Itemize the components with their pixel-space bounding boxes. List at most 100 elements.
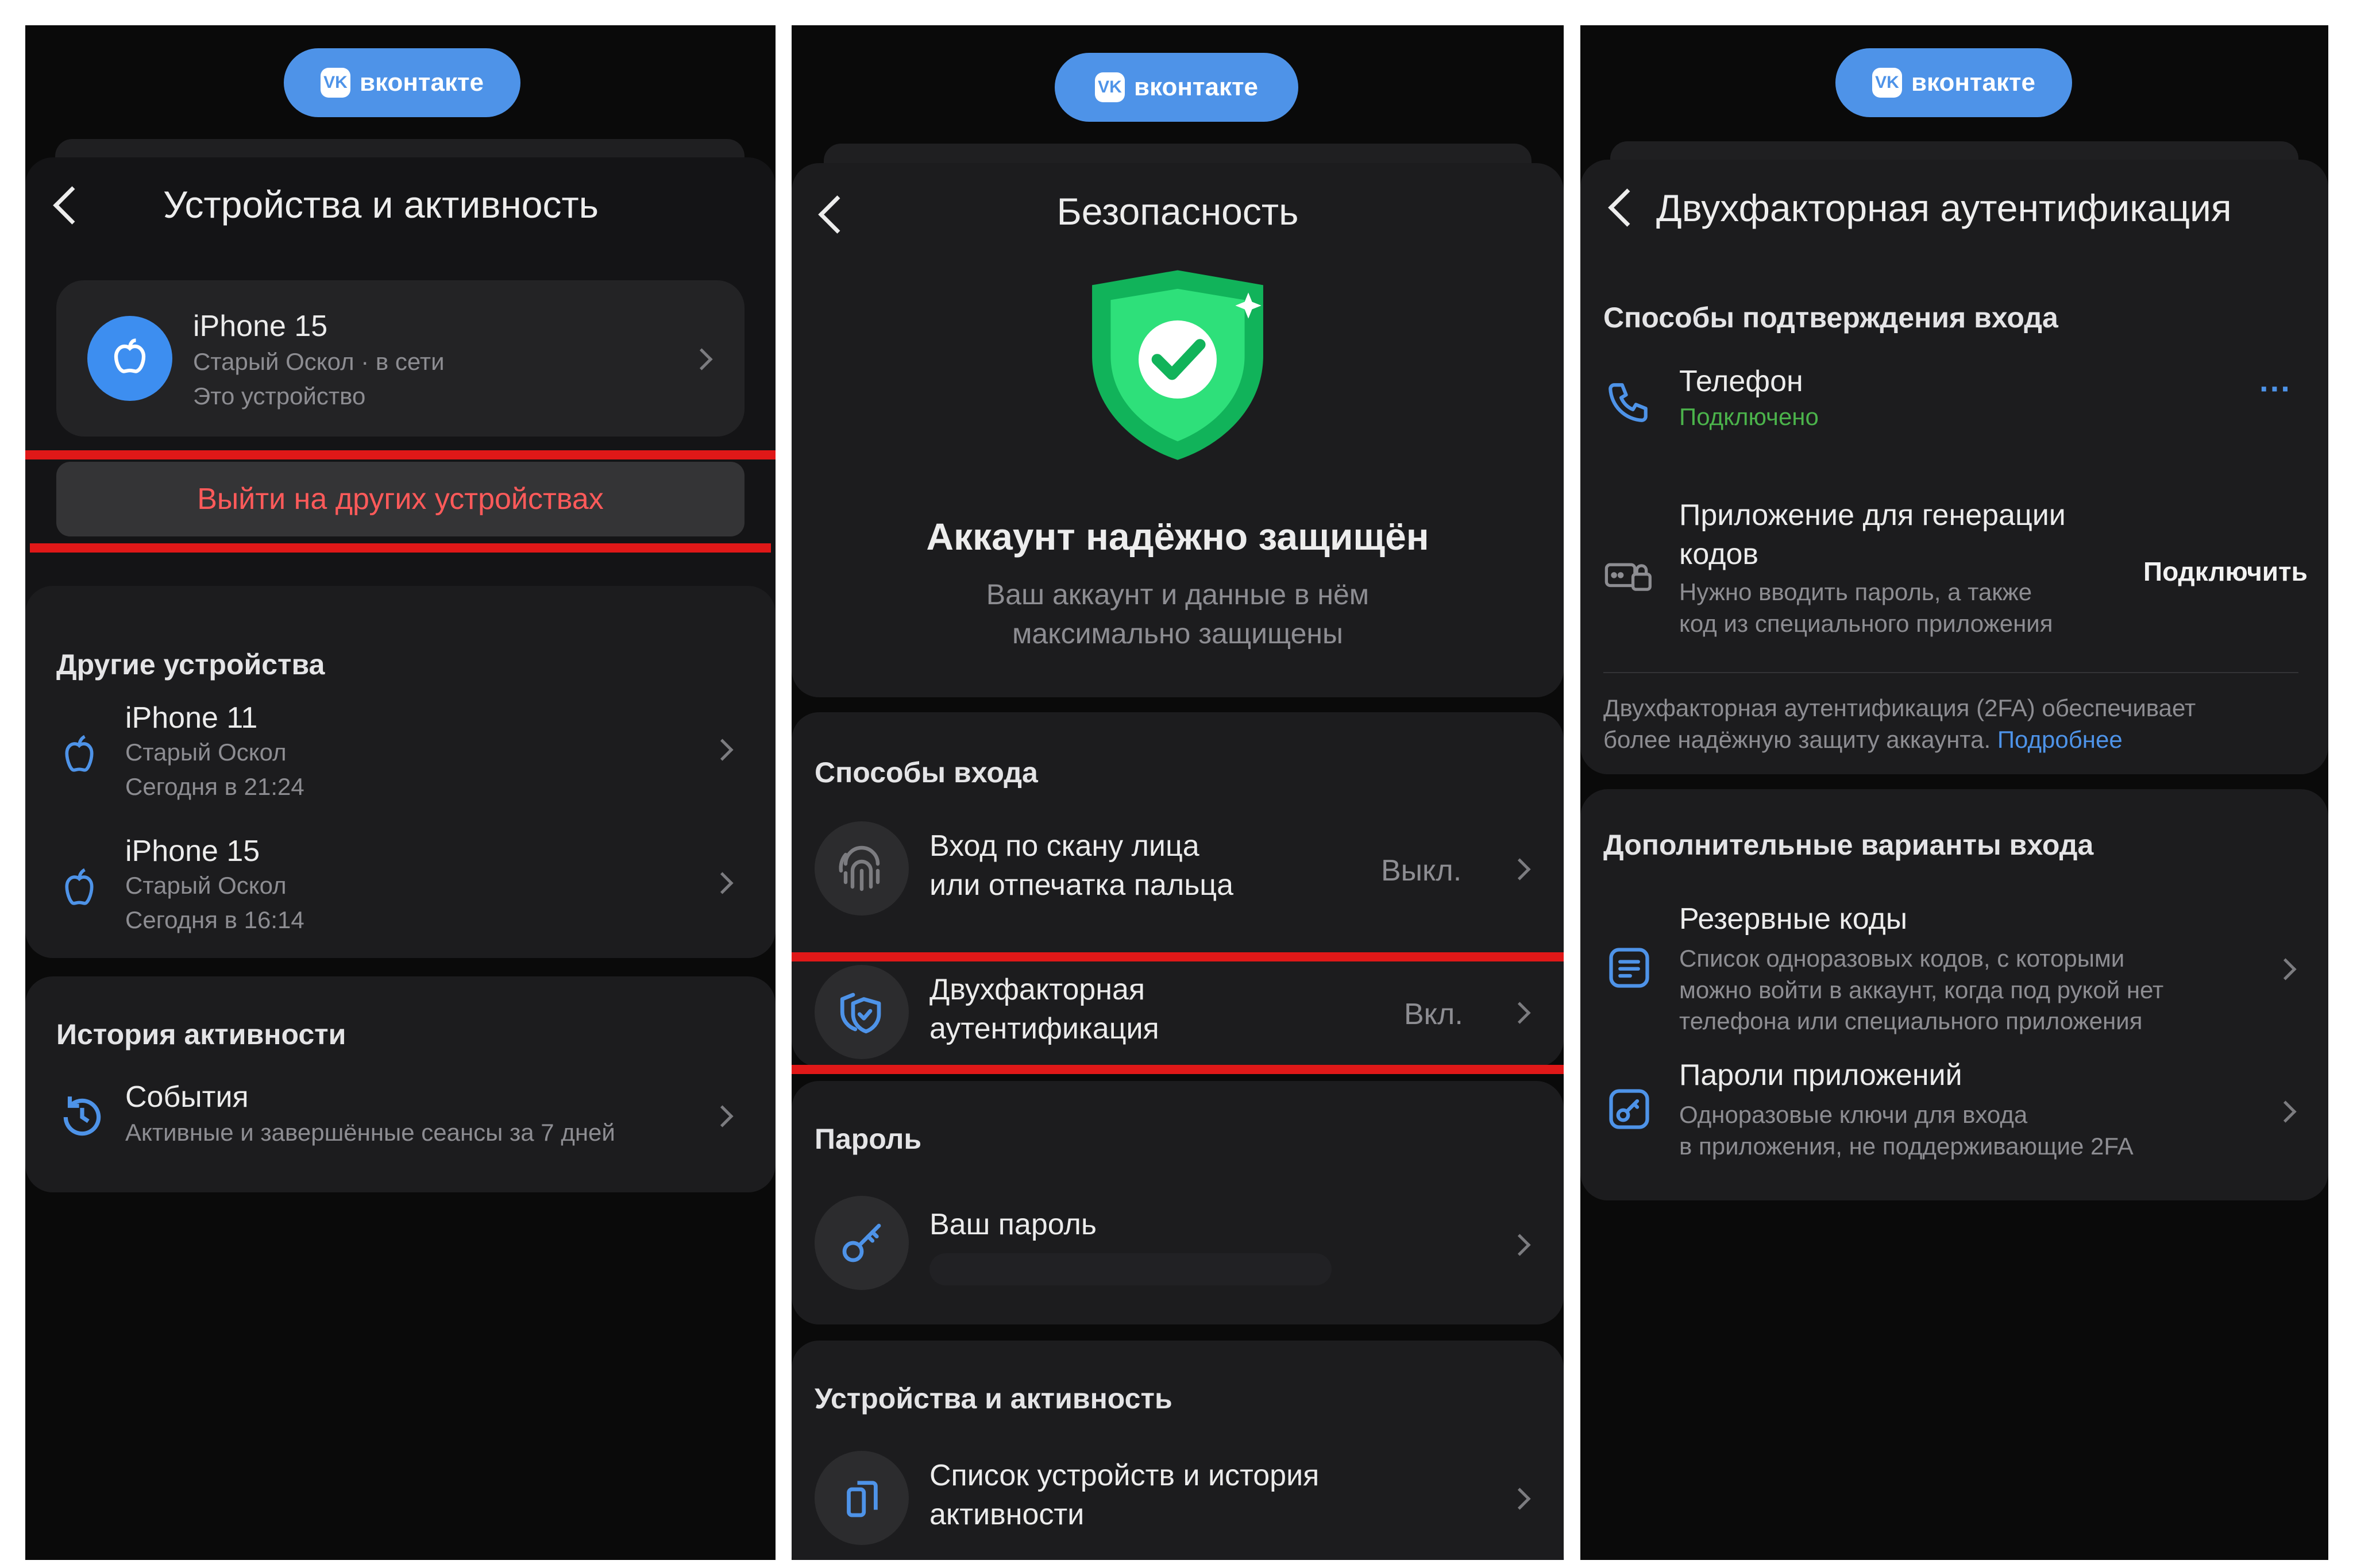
backup-codes-title: Резервные коды — [1679, 902, 1908, 936]
vk-logo-icon: VK — [1094, 72, 1125, 102]
status-text-line: Ваш аккаунт и данные в нём — [986, 578, 1370, 611]
two-factor-row[interactable]: Двухфакторная аутентификация Вкл. — [792, 965, 1564, 1068]
device-name: iPhone 15 — [193, 310, 328, 343]
section-header: Устройства и активность — [815, 1382, 1172, 1415]
extra-login-options-card: Дополнительные варианты входа Резервные … — [1580, 789, 2328, 1200]
two-factor-label: Двухфакторная аутентификация — [929, 971, 1159, 1048]
vk-logo-icon: VK — [1872, 68, 1902, 98]
backup-codes-description-line: можно войти в аккаунт, когда под рукой н… — [1679, 976, 2164, 1003]
two-factor-label-line: аутентификация — [929, 1011, 1159, 1045]
section-header: Дополнительные варианты входа — [1603, 829, 2094, 861]
device-last-seen: Сегодня в 16:14 — [125, 906, 304, 933]
status-text-line: максимально защищены — [1012, 617, 1343, 650]
two-factor-info-text: более надёжную защиту аккаунта. — [1603, 725, 1991, 753]
device-location: Старый Оскол · в сети — [193, 348, 445, 375]
brand-label: вконтакте — [359, 68, 484, 96]
blurred-detail — [929, 1253, 1332, 1285]
two-factor-info: Двухфакторная аутентификация (2FA) обесп… — [1603, 693, 2196, 755]
app-passwords-description: Одноразовые ключи для входа в приложения… — [1679, 1099, 2134, 1162]
two-factor-status: Вкл. — [1404, 998, 1463, 1031]
password-label: Ваш пароль — [929, 1208, 1097, 1241]
device-note: Это устройство — [193, 383, 366, 410]
status-title: Аккаунт надёжно защищён — [926, 515, 1429, 558]
biometric-login-row[interactable]: Вход по скану лица или отпечатка пальца … — [792, 804, 1564, 930]
device-row[interactable]: iPhone 15 Старый Оскол Сегодня в 16:14 — [25, 834, 776, 960]
code-app-description: Нужно вводить пароль, а также код из спе… — [1679, 577, 2053, 639]
events-title: События — [125, 1080, 249, 1114]
app-passwords-description-line: в приложения, не поддерживающие 2FA — [1679, 1132, 2134, 1160]
code-app-method-row: Приложение для генерации кодов Нужно вво… — [1580, 499, 2328, 654]
device-name: iPhone 11 — [125, 701, 258, 735]
app-key-icon — [1603, 1083, 1655, 1135]
security-screen: VK вконтакте Безопасность Аккаунт надёжн… — [792, 25, 1564, 1560]
login-methods-card: Способы входа Вход по скану лица или отп… — [792, 712, 1564, 1074]
highlight-line — [792, 952, 1564, 961]
security-status-card: Безопасность Аккаунт надёжно защищён Ваш… — [792, 163, 1564, 697]
phone-method-row: Телефон Подключено ··· — [1580, 364, 2328, 445]
your-password-row[interactable]: Ваш пароль — [792, 1196, 1564, 1299]
highlight-line — [30, 543, 771, 553]
phone-status: Подключено — [1679, 403, 1819, 430]
devices-activity-screen: VK вконтакте Устройства и активность iPh… — [25, 25, 776, 1560]
vk-brand-pill: VK вконтакте — [284, 48, 520, 117]
code-app-title-line: кодов — [1679, 537, 1758, 571]
page-title: Безопасность — [1056, 190, 1299, 233]
activity-history-card: История активности События Активные и за… — [25, 976, 776, 1192]
biometric-status: Выкл. — [1381, 854, 1462, 887]
biometric-label: Вход по скану лица или отпечатка пальца — [929, 827, 1233, 905]
apple-icon — [87, 316, 172, 401]
more-options-button[interactable]: ··· — [2259, 370, 2292, 407]
page-title: Двухфакторная аутентификация — [1656, 187, 2232, 229]
chevron-right-icon — [711, 872, 734, 894]
chevron-right-icon — [2274, 1100, 2297, 1123]
backup-codes-description-line: телефона или специального приложения — [1679, 1007, 2143, 1035]
chevron-right-icon — [691, 348, 713, 370]
chevron-right-icon — [1509, 1234, 1531, 1256]
devices-activity-card: Устройства и активность Список устройств… — [792, 1341, 1564, 1560]
vk-brand-pill: VK вконтакте — [1055, 53, 1298, 122]
device-last-seen: Сегодня в 21:24 — [125, 773, 304, 800]
list-icon — [1603, 942, 1655, 994]
highlight-line — [792, 1065, 1564, 1074]
logout-other-devices-label: Выйти на других устройствах — [197, 482, 604, 516]
devices-list-label: Список устройств и история активности — [929, 1457, 1319, 1534]
biometric-label-line: или отпечатка пальца — [929, 868, 1233, 902]
devices-list-label-line: Список устройств и история — [929, 1459, 1320, 1492]
devices-list-row[interactable]: Список устройств и история активности — [792, 1451, 1564, 1554]
two-factor-label-line: Двухфакторная — [929, 973, 1145, 1006]
chevron-right-icon — [1509, 1488, 1531, 1510]
password-card: Пароль Ваш пароль — [792, 1081, 1564, 1324]
device-name: iPhone 15 — [125, 835, 260, 868]
connect-button[interactable]: Подключить — [2143, 556, 2308, 587]
events-row[interactable]: События Активные и завершённые сеансы за… — [25, 1080, 776, 1166]
chevron-right-icon — [2274, 958, 2297, 980]
vk-logo-icon: VK — [320, 68, 350, 98]
app-passwords-description-line: Одноразовые ключи для входа — [1679, 1101, 2028, 1128]
back-button[interactable] — [1608, 188, 1646, 227]
shield-check-illustration — [1085, 267, 1271, 462]
two-factor-screen: VK вконтакте Двухфакторная аутентификаци… — [1580, 25, 2328, 1560]
device-location: Старый Оскол — [125, 872, 287, 899]
page-title: Устройства и активность — [163, 183, 599, 226]
code-app-title: Приложение для генерации кодов — [1679, 496, 2066, 574]
app-passwords-row[interactable]: Пароли приложений Одноразовые ключи для … — [1580, 1058, 2328, 1173]
key-icon — [815, 1196, 909, 1290]
devices-list-label-line: активности — [929, 1497, 1085, 1531]
brand-label: вконтакте — [1911, 68, 2035, 96]
more-info-link[interactable]: Подробнее — [1997, 726, 2123, 753]
apple-icon — [56, 726, 102, 783]
backup-codes-row[interactable]: Резервные коды Список одноразовых кодов,… — [1580, 902, 2328, 1045]
current-device-card[interactable]: iPhone 15 Старый Оскол · в сети Это устр… — [56, 280, 745, 437]
brand-label: вконтакте — [1133, 73, 1258, 101]
device-row[interactable]: iPhone 11 Старый Оскол Сегодня в 21:24 — [25, 701, 776, 827]
code-generator-icon — [1603, 556, 1655, 596]
code-app-description-line: код из специального приложения — [1679, 609, 2053, 637]
phone-icon — [1603, 378, 1653, 427]
section-header: Способы входа — [815, 756, 1038, 789]
chevron-right-icon — [711, 739, 734, 761]
divider — [1603, 672, 2298, 673]
devices-icon — [815, 1451, 909, 1545]
section-header: История активности — [56, 1018, 346, 1051]
other-devices-card: Другие устройства iPhone 11 Старый Оскол… — [25, 586, 776, 958]
logout-other-devices-button[interactable]: Выйти на других устройствах — [56, 462, 745, 536]
